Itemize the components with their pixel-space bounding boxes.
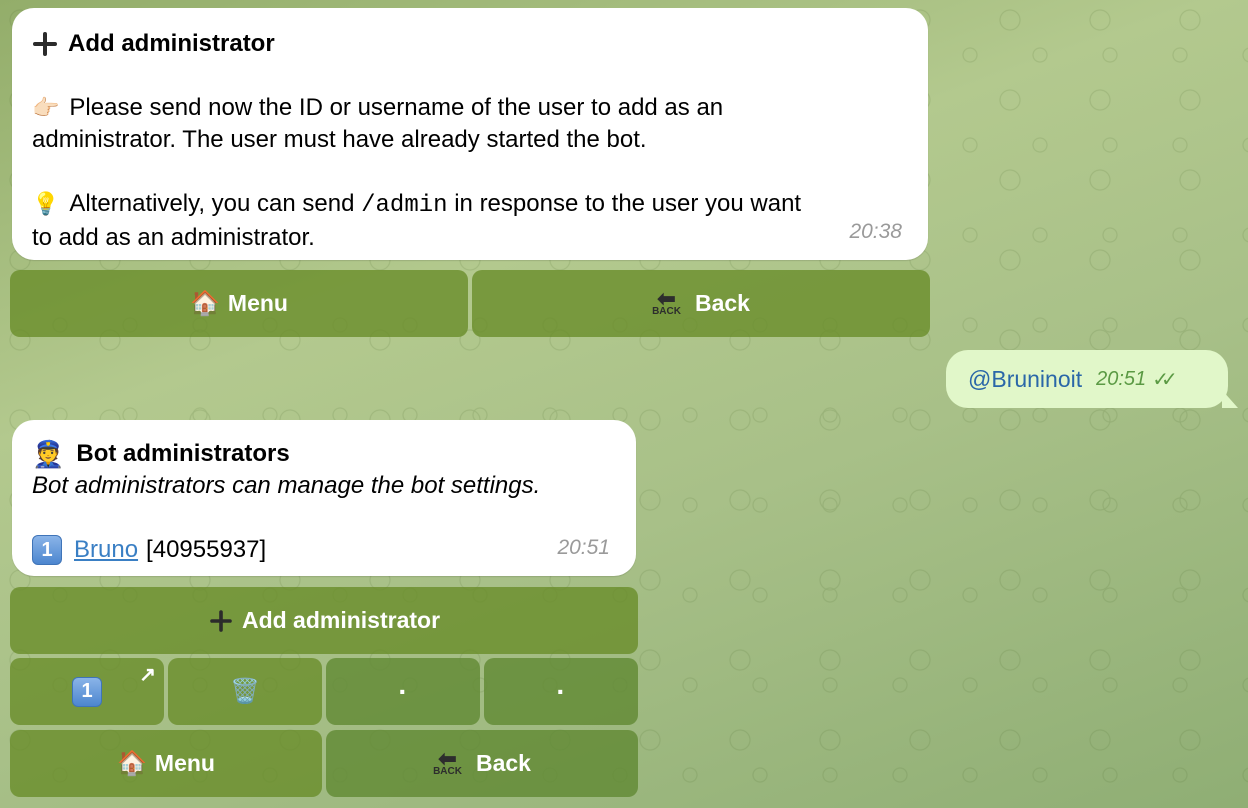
add-administrator-button[interactable]: Add administrator [10, 587, 638, 654]
instruction-text-2: administrator. The user must have alread… [32, 126, 647, 153]
back-button[interactable]: ⬅ BACK Back [326, 730, 638, 797]
admin-name-link[interactable]: Bruno [74, 534, 138, 566]
message-add-administrator: Add administrator 👉🏻 Please send now the … [12, 8, 928, 260]
message-title-text: Add administrator [68, 30, 275, 57]
open-link-arrow-icon: ↗ [139, 664, 156, 686]
trash-icon: 🗑️ [230, 678, 260, 705]
menu-button-label: Menu [154, 750, 215, 776]
admin-command[interactable]: /admin [361, 192, 447, 219]
message-time: 20:51 [557, 536, 610, 559]
menu-button[interactable]: 🏠 Menu [10, 730, 322, 797]
back-button[interactable]: ⬅ BACK Back [472, 270, 930, 337]
back-button-label: Back [694, 290, 750, 316]
pointing-hand-icon: 👉🏻 [32, 95, 60, 120]
admin-1-button[interactable]: 1 ↗ [10, 658, 164, 725]
admin-list-item: 1 Bruno [40955937] [32, 534, 614, 566]
back-icon: ⬅ BACK [433, 745, 462, 777]
placeholder-button-1[interactable]: · [326, 658, 480, 725]
instruction-text-1: Please send now the ID or username of th… [69, 94, 724, 121]
back-button-label: Back [475, 750, 531, 776]
message-subtitle: Bot administrators can manage the bot se… [32, 472, 541, 499]
menu-button-label: Menu [227, 290, 288, 316]
instruction-line: 👉🏻 Please send now the ID or username of … [32, 92, 906, 124]
tip-text-post: in response to the user you want [447, 190, 802, 217]
back-icon: ⬅ BACK [652, 285, 681, 317]
menu-button[interactable]: 🏠 Menu [10, 270, 468, 337]
keycap-one-icon: 1 [32, 535, 62, 565]
dot-label: · [556, 675, 566, 707]
add-administrator-label: Add administrator [241, 607, 441, 633]
tip-text-2: to add as an administrator. [32, 224, 315, 251]
keycap-one-icon: 1 [72, 676, 102, 707]
police-officer-icon: 👮 [32, 439, 65, 469]
admin-id: [40955937] [146, 536, 267, 563]
message-bot-administrators: 👮 Bot administrators Bot administrators … [12, 420, 636, 576]
read-checkmarks-icon: ✓✓ [1152, 368, 1177, 391]
bubble-tail [1222, 390, 1238, 408]
tip-text-pre: Alternatively, you can send [69, 190, 362, 217]
message-title: Add administrator [32, 28, 906, 60]
plus-icon [209, 609, 232, 632]
outgoing-message: @Bruninoit 20:51 ✓✓ [946, 350, 1238, 408]
message-title-text: Bot administrators [76, 440, 290, 467]
tip-line: 💡 Alternatively, you can send /admin in r… [32, 188, 906, 222]
dot-label: · [398, 675, 408, 707]
house-icon: 🏠 [117, 750, 147, 777]
placeholder-button-2[interactable]: · [484, 658, 638, 725]
lightbulb-icon: 💡 [32, 191, 60, 216]
message-time: 20:38 [849, 220, 902, 243]
house-icon: 🏠 [190, 290, 220, 317]
username-mention[interactable]: @Bruninoit [968, 366, 1082, 393]
message-time: 20:51 [1096, 367, 1147, 390]
delete-admin-button[interactable]: 🗑️ [168, 658, 322, 725]
message-title: 👮 Bot administrators [32, 438, 614, 470]
plus-icon [32, 31, 58, 57]
